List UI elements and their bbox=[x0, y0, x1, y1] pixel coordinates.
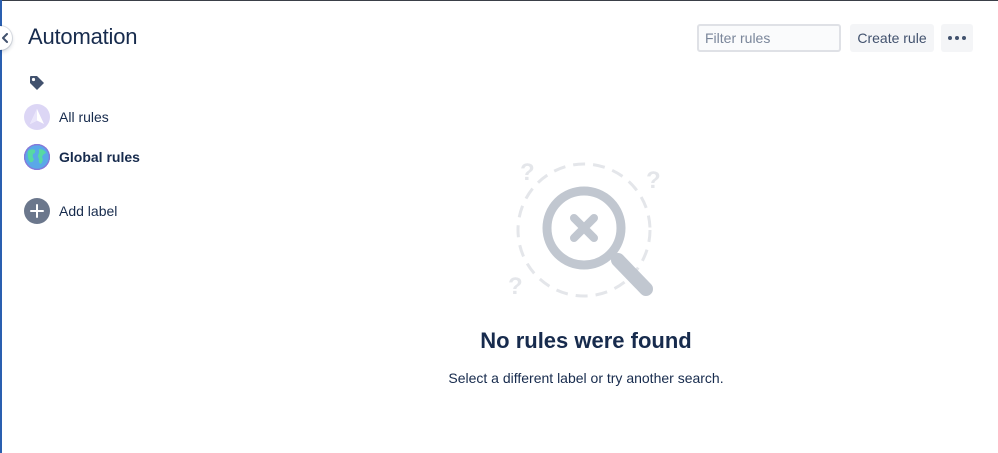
more-actions-button[interactable] bbox=[941, 24, 973, 52]
sidebar-item-label: All rules bbox=[59, 109, 109, 125]
sidebar-edge bbox=[0, 0, 2, 453]
page-title: Automation bbox=[28, 24, 138, 49]
chevron-left-icon bbox=[2, 33, 8, 43]
sidebar-item-all-rules[interactable]: All rules bbox=[24, 104, 109, 130]
sidebar-item-global-rules[interactable]: Global rules bbox=[24, 144, 140, 170]
empty-state-title: No rules were found bbox=[480, 328, 692, 353]
filter-rules-input[interactable] bbox=[697, 24, 841, 52]
window-top-border bbox=[0, 0, 998, 1]
more-icon bbox=[948, 36, 966, 40]
globe-icon bbox=[24, 144, 50, 170]
add-label-button[interactable]: Add label bbox=[24, 198, 117, 224]
tag-icon bbox=[30, 76, 44, 90]
plus-icon bbox=[24, 198, 50, 224]
svg-text:?: ? bbox=[508, 273, 523, 300]
svg-text:?: ? bbox=[646, 167, 661, 194]
sidebar-item-label: Global rules bbox=[59, 149, 140, 165]
create-rule-button[interactable]: Create rule bbox=[850, 24, 934, 52]
collapse-sidebar-button[interactable] bbox=[0, 26, 12, 50]
all-rules-icon bbox=[24, 104, 50, 130]
empty-state-description: Select a different label or try another … bbox=[448, 370, 724, 386]
no-results-magnifier-icon: ? ? ? bbox=[508, 159, 661, 300]
sidebar-item-label: Add label bbox=[59, 203, 118, 219]
svg-text:?: ? bbox=[520, 159, 535, 186]
